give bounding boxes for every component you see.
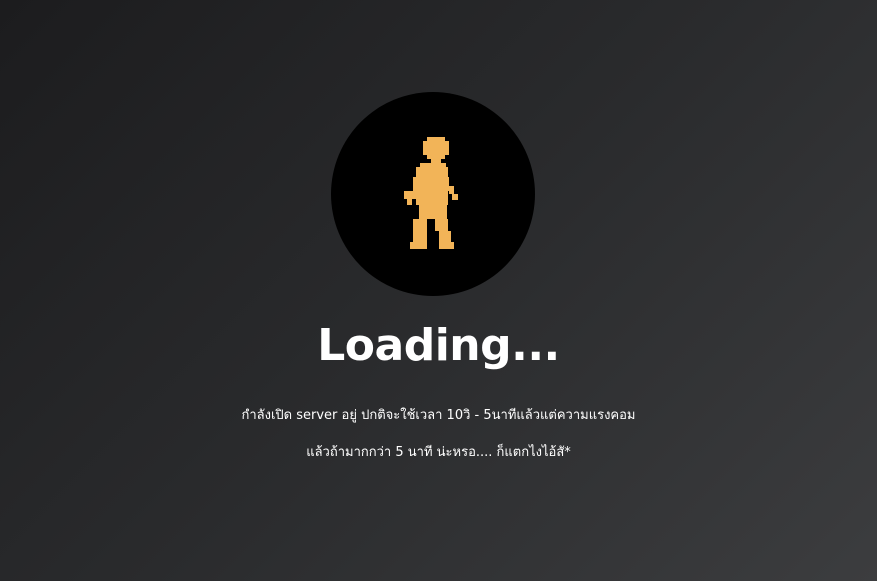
loader-avatar	[331, 92, 535, 296]
loading-screen: Loading... กำลังเปิด server อยู่ ปกติจะใ…	[0, 0, 877, 581]
loading-title: Loading...	[317, 320, 560, 371]
status-message: กำลังเปิด server อยู่ ปกติจะใช้เวลา 10วิ…	[241, 408, 636, 423]
status-note: แล้วถ้ามากกว่า 5 นาที น่ะหรอ.... ก็แตกไง…	[306, 445, 571, 460]
walking-person-icon	[404, 137, 458, 249]
